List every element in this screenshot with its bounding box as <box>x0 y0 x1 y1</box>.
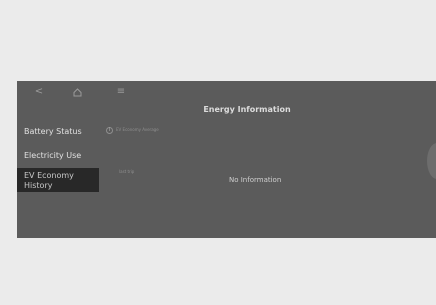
status-bar: < ≡ <box>17 85 157 101</box>
back-icon[interactable]: < <box>32 85 46 99</box>
sidebar-item-electricity-use[interactable]: Electricity Use <box>17 151 99 161</box>
menu-icon[interactable]: ≡ <box>114 85 128 99</box>
info-icon: i <box>106 126 113 134</box>
legend-text: EV Economy Average <box>116 127 159 132</box>
empty-state-message: No Information <box>229 176 282 184</box>
range-label: last trip <box>119 169 135 174</box>
sidebar-item-ev-economy-history[interactable]: EV Economy History <box>17 168 99 192</box>
legend: i EV Economy Average <box>106 123 162 137</box>
page-title: Energy Information <box>203 105 291 114</box>
sidebar-item-battery-status[interactable]: Battery Status <box>17 127 99 137</box>
edge-tab[interactable] <box>427 143 436 179</box>
energy-information-screen: < ≡ Energy Information Battery Status El… <box>17 81 436 238</box>
home-icon[interactable] <box>70 85 84 99</box>
